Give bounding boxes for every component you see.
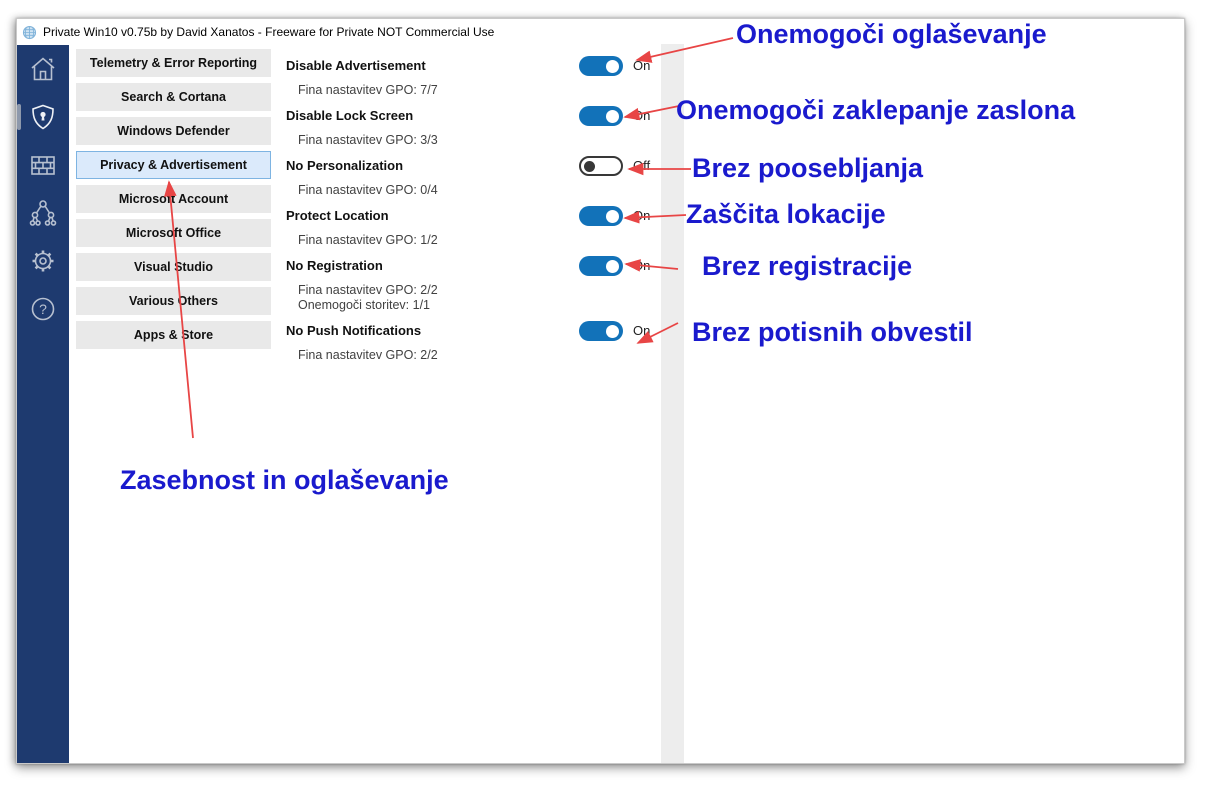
setting-detail: Fina nastavitev GPO: 7/7 (298, 83, 438, 97)
toggle-switch[interactable] (579, 156, 623, 176)
toggle-knob (584, 160, 595, 172)
sidebar-item-home[interactable] (17, 45, 69, 93)
setting-text: Protect Location Fina nastavitev GPO: 1/… (286, 205, 579, 248)
setting-title: No Personalization (286, 158, 404, 173)
setting-row: No Personalization Fina nastavitev GPO: … (286, 155, 706, 205)
toggle-knob (606, 59, 619, 73)
toggle-switch[interactable] (579, 206, 623, 226)
window-title: Private Win10 v0.75b by David Xanatos - … (43, 25, 495, 39)
toggle-state-label: Off (633, 158, 651, 173)
setting-title: Disable Advertisement (286, 58, 426, 73)
annotation-privacy-advertisement: Zasebnost in oglaševanje (120, 465, 449, 495)
category-button[interactable]: Search & Cortana (76, 83, 271, 111)
svg-text:?: ? (39, 301, 47, 317)
setting-row: Protect Location Fina nastavitev GPO: 1/… (286, 205, 706, 255)
gear-icon (32, 250, 54, 272)
category-label: Various Others (129, 294, 218, 308)
network-tree-icon (29, 200, 57, 226)
toggle-switch[interactable] (579, 256, 623, 276)
toggle-state-label: On (633, 58, 651, 73)
sidebar-item-network[interactable] (17, 189, 69, 237)
setting-detail: Fina nastavitev GPO: 1/2 (298, 233, 438, 247)
sidebar-nav: ? (17, 45, 69, 763)
settings-list: Disable Advertisement Fina nastavitev GP… (286, 55, 706, 370)
category-label: Visual Studio (134, 260, 213, 274)
toggle-group: Off (579, 155, 650, 176)
category-button[interactable]: Apps & Store (76, 321, 271, 349)
toggle-switch[interactable] (579, 56, 623, 76)
category-label: Search & Cortana (121, 90, 226, 104)
sidebar-item-security[interactable] (17, 93, 69, 141)
setting-row: Disable Lock Screen Fina nastavitev GPO:… (286, 105, 706, 155)
annotation-disable-lock-screen: Onemogoči zaklepanje zaslona (676, 95, 1076, 125)
setting-text: Disable Advertisement Fina nastavitev GP… (286, 55, 579, 98)
toggle-group: On (579, 55, 650, 76)
category-button[interactable]: Microsoft Account (76, 185, 271, 213)
setting-row: No Registration Fina nastavitev GPO: 2/2… (286, 255, 706, 320)
category-label: Privacy & Advertisement (100, 158, 247, 172)
toggle-group: On (579, 255, 650, 276)
annotation-protect-location: Zaščita lokacije (686, 199, 886, 229)
setting-text: Disable Lock Screen Fina nastavitev GPO:… (286, 105, 579, 148)
category-button[interactable]: Various Others (76, 287, 271, 315)
home-icon (31, 57, 55, 81)
scrollbar-track[interactable] (661, 44, 684, 763)
category-button[interactable]: Windows Defender (76, 117, 271, 145)
category-label: Apps & Store (133, 328, 214, 342)
toggle-group: On (579, 105, 650, 126)
toggle-group: On (579, 205, 650, 226)
category-button[interactable]: Microsoft Office (76, 219, 271, 247)
toggle-state-label: On (633, 108, 651, 123)
sidebar-item-help[interactable]: ? (17, 285, 69, 333)
setting-title: No Registration (286, 258, 383, 273)
category-label: Microsoft Account (118, 192, 229, 206)
setting-row: Disable Advertisement Fina nastavitev GP… (286, 55, 706, 105)
category-button[interactable]: Visual Studio (76, 253, 271, 281)
setting-text: No Registration Fina nastavitev GPO: 2/2… (286, 255, 579, 313)
setting-detail: Onemogoči storitev: 1/1 (298, 298, 431, 312)
sidebar-item-settings[interactable] (17, 237, 69, 285)
annotation-no-push-notifications: Brez potisnih obvestil (692, 317, 973, 347)
setting-row: No Push Notifications Fina nastavitev GP… (286, 320, 706, 370)
setting-detail: Fina nastavitev GPO: 2/2 (298, 348, 438, 362)
annotation-disable-advertisement: Onemogoči oglaševanje (736, 19, 1047, 49)
toggle-state-label: On (633, 258, 651, 273)
setting-text: No Personalization Fina nastavitev GPO: … (286, 155, 579, 198)
annotation-no-personalization: Brez poosebljanja (692, 153, 924, 183)
toggle-knob (606, 209, 619, 223)
app-logo-icon (22, 25, 37, 39)
sidebar-item-firewall[interactable] (17, 141, 69, 189)
toggle-state-label: On (633, 208, 651, 223)
setting-detail: Fina nastavitev GPO: 0/4 (298, 183, 438, 197)
category-button[interactable]: Telemetry & Error Reporting (76, 49, 271, 77)
toggle-knob (606, 324, 619, 338)
category-label: Microsoft Office (125, 226, 222, 240)
shield-icon (32, 104, 54, 130)
firewall-icon (31, 156, 55, 175)
selected-indicator (17, 104, 21, 130)
category-label: Windows Defender (117, 124, 230, 138)
help-icon: ? (31, 297, 55, 321)
toggle-state-label: On (633, 323, 651, 338)
annotation-no-registration: Brez registracije (702, 251, 913, 281)
toggle-knob (606, 259, 619, 273)
category-list: Telemetry & Error Reporting Search & Cor… (76, 49, 271, 355)
setting-title: Protect Location (286, 208, 389, 223)
setting-title: Disable Lock Screen (286, 108, 414, 123)
setting-text: No Push Notifications Fina nastavitev GP… (286, 320, 579, 363)
app-window: Private Win10 v0.75b by David Xanatos - … (16, 18, 1185, 764)
category-label: Telemetry & Error Reporting (89, 56, 258, 70)
toggle-switch[interactable] (579, 321, 623, 341)
category-button[interactable]: Privacy & Advertisement (76, 151, 271, 179)
setting-detail: Fina nastavitev GPO: 2/2 (298, 283, 438, 297)
setting-title: No Push Notifications (286, 323, 422, 338)
setting-detail: Fina nastavitev GPO: 3/3 (298, 133, 438, 147)
toggle-switch[interactable] (579, 106, 623, 126)
toggle-knob (606, 109, 619, 123)
toggle-group: On (579, 320, 650, 341)
